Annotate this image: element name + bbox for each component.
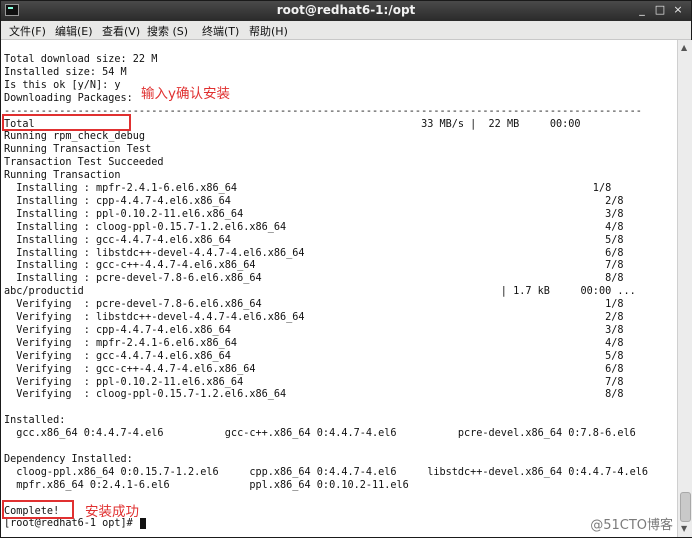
menu-terminal[interactable]: 终端(T) xyxy=(202,23,239,39)
menu-bar: 文件(F) 编辑(E) 查看(V) 搜索 (S) 终端(T) 帮助(H) xyxy=(1,21,691,40)
minimize-icon[interactable]: _ xyxy=(635,3,649,16)
terminal-line: abc/productid | 1.7 kB 00:00 ... xyxy=(4,286,636,298)
terminal-line: cloog-ppl.x86_64 0:0.15.7-1.2.el6 cpp.x8… xyxy=(4,466,649,478)
scroll-up-icon[interactable]: ▲ xyxy=(681,43,687,52)
terminal-line: Is this ok [y/N]: y xyxy=(4,79,121,91)
terminal-line: Downloading Packages: xyxy=(4,92,133,104)
menu-view[interactable]: 查看(V) xyxy=(102,23,140,39)
terminal-line: Installing : cloog-ppl-0.15.7-1.2.el6.x8… xyxy=(4,221,624,233)
terminal-line: Running Transaction Test xyxy=(4,144,152,156)
terminal-line: Total download size: 22 M xyxy=(4,54,158,65)
menu-edit[interactable]: 编辑(E) xyxy=(55,23,93,39)
text-cursor xyxy=(140,518,146,530)
complete-highlight-box xyxy=(2,500,74,519)
terminal-line: mpfr.x86_64 0:2.4.1-6.el6 ppl.x86_64 0:0… xyxy=(4,479,409,491)
terminal-line: gcc.x86_64 0:4.4.7-4.el6 gcc-c++.x86_64 … xyxy=(4,428,636,440)
terminal-line: Installing : ppl-0.10.2-11.el6.x86_64 3/… xyxy=(4,208,624,220)
menu-file[interactable]: 文件(F) xyxy=(9,23,46,39)
terminal-line: Installed: xyxy=(4,415,66,427)
terminal-window: root@redhat6-1:/opt _ □ × 文件(F) 编辑(E) 查看… xyxy=(0,0,692,538)
maximize-icon[interactable]: □ xyxy=(653,3,667,16)
terminal-line: Running rpm_check_debug xyxy=(4,131,146,143)
scrollbar-thumb[interactable] xyxy=(680,492,691,522)
terminal-line: Verifying : pcre-devel-7.8-6.el6.x86_64 … xyxy=(4,299,624,311)
menu-help[interactable]: 帮助(H) xyxy=(249,23,288,39)
close-icon[interactable]: × xyxy=(671,3,685,16)
terminal-line: Verifying : mpfr-2.4.1-6.el6.x86_64 4/8 xyxy=(4,337,624,349)
terminal-line: Transaction Test Succeeded xyxy=(4,157,164,169)
terminal-line: Verifying : cloog-ppl-0.15.7-1.2.el6.x86… xyxy=(4,389,624,401)
terminal-line: Verifying : libstdc++-devel-4.4.7-4.el6.… xyxy=(4,312,624,323)
terminal-line: Running Transaction xyxy=(4,170,121,182)
terminal-line: Installing : mpfr-2.4.1-6.el6.x86_64 1/8 xyxy=(4,183,612,194)
terminal-line: Verifying : gcc-4.4.7-4.el6.x86_64 5/8 xyxy=(4,350,624,362)
terminal-line: Installing : pcre-devel-7.8-6.el6.x86_64… xyxy=(4,273,624,285)
watermark: @51CTO博客 xyxy=(590,518,673,533)
terminal-line: Installing : gcc-c++-4.4.7-4.el6.x86_64 … xyxy=(4,260,624,272)
confirm-annotation: 输入y确认安装 xyxy=(141,86,230,102)
title-bar[interactable]: root@redhat6-1:/opt _ □ × xyxy=(1,1,691,21)
terminal-line: Installing : cpp-4.4.7-4.el6.x86_64 2/8 xyxy=(4,195,624,207)
scroll-down-icon[interactable]: ▼ xyxy=(681,524,687,533)
terminal-line: Verifying : cpp-4.4.7-4.el6.x86_64 3/8 xyxy=(4,324,624,336)
terminal-line: Dependency Installed: xyxy=(4,453,133,465)
terminal-line: Installing : libstdc++-devel-4.4.7-4.el6… xyxy=(4,247,624,259)
confirm-highlight-box xyxy=(2,114,131,131)
window-title: root@redhat6-1:/opt xyxy=(276,3,416,17)
terminal-line: Installing : gcc-4.4.7-4.el6.x86_64 5/8 xyxy=(4,234,624,246)
success-annotation: 安装成功 xyxy=(85,504,139,520)
menu-search[interactable]: 搜索 (S) xyxy=(147,23,188,39)
vertical-scrollbar[interactable]: ▲ ▼ xyxy=(677,40,692,537)
terminal-line: Verifying : ppl-0.10.2-11.el6.x86_64 7/8 xyxy=(4,376,624,388)
terminal-line: Verifying : gcc-c++-4.4.7-4.el6.x86_64 6… xyxy=(4,363,624,375)
terminal-line: Installed size: 54 M xyxy=(4,66,127,78)
